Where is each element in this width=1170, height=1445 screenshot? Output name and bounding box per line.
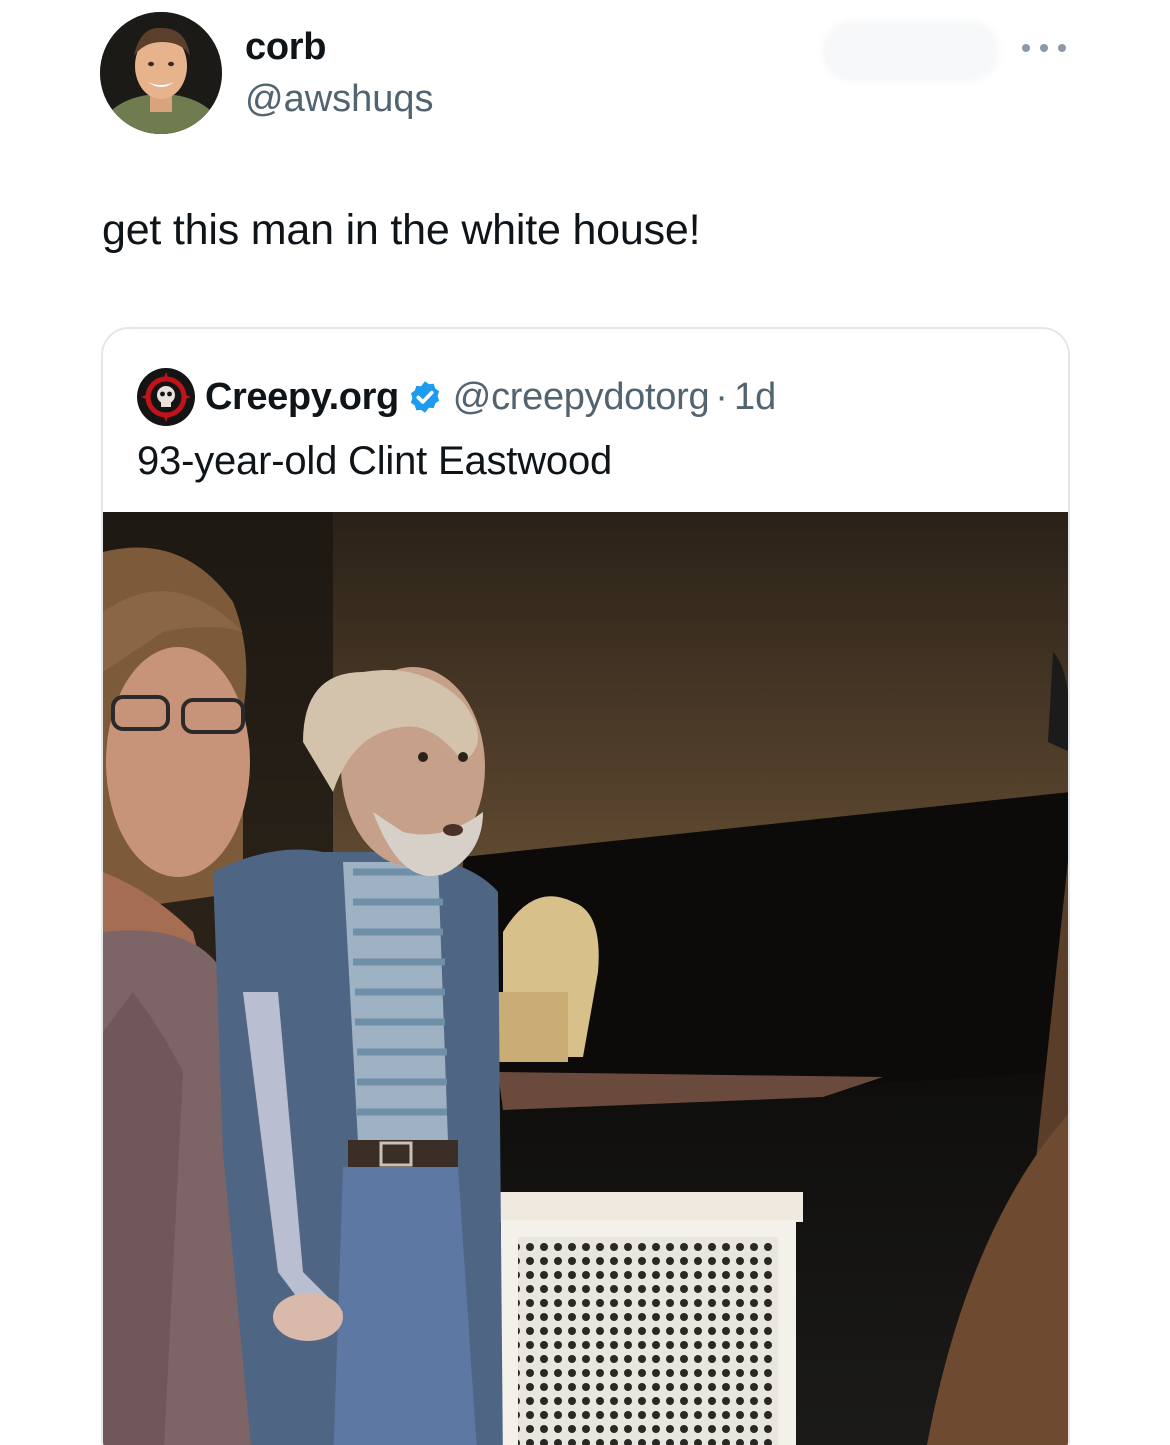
author-handle[interactable]: @awshuqs [245, 78, 434, 121]
quoted-tweet-header: Creepy.org @creepydotorg · 1d [137, 367, 776, 427]
verified-badge-icon [410, 381, 439, 413]
quoted-tweet-photo[interactable] [103, 512, 1068, 1445]
creepy-org-logo-icon[interactable] [137, 368, 195, 426]
quoted-handle[interactable]: @creepydotorg [453, 376, 710, 419]
tweet-text: get this man in the white house! [102, 206, 701, 254]
author-display-name[interactable]: corb [245, 26, 326, 69]
author-avatar[interactable] [100, 12, 222, 134]
quoted-tweet-card[interactable]: Creepy.org @creepydotorg · 1d 93-year-ol… [101, 327, 1070, 1445]
more-horizontal-icon[interactable] [1022, 38, 1066, 58]
blurred-follow-button [822, 20, 1000, 82]
tweet-screenshot: corb @awshuqs get this man in the white … [0, 0, 1170, 1445]
quoted-tweet-text: 93-year-old Clint Eastwood [137, 439, 613, 483]
quoted-timestamp[interactable]: 1d [734, 376, 776, 419]
photo-icon [103, 512, 1068, 1445]
profile-photo-icon [100, 12, 222, 134]
separator-dot: · [715, 375, 728, 418]
quoted-display-name[interactable]: Creepy.org [205, 376, 399, 419]
